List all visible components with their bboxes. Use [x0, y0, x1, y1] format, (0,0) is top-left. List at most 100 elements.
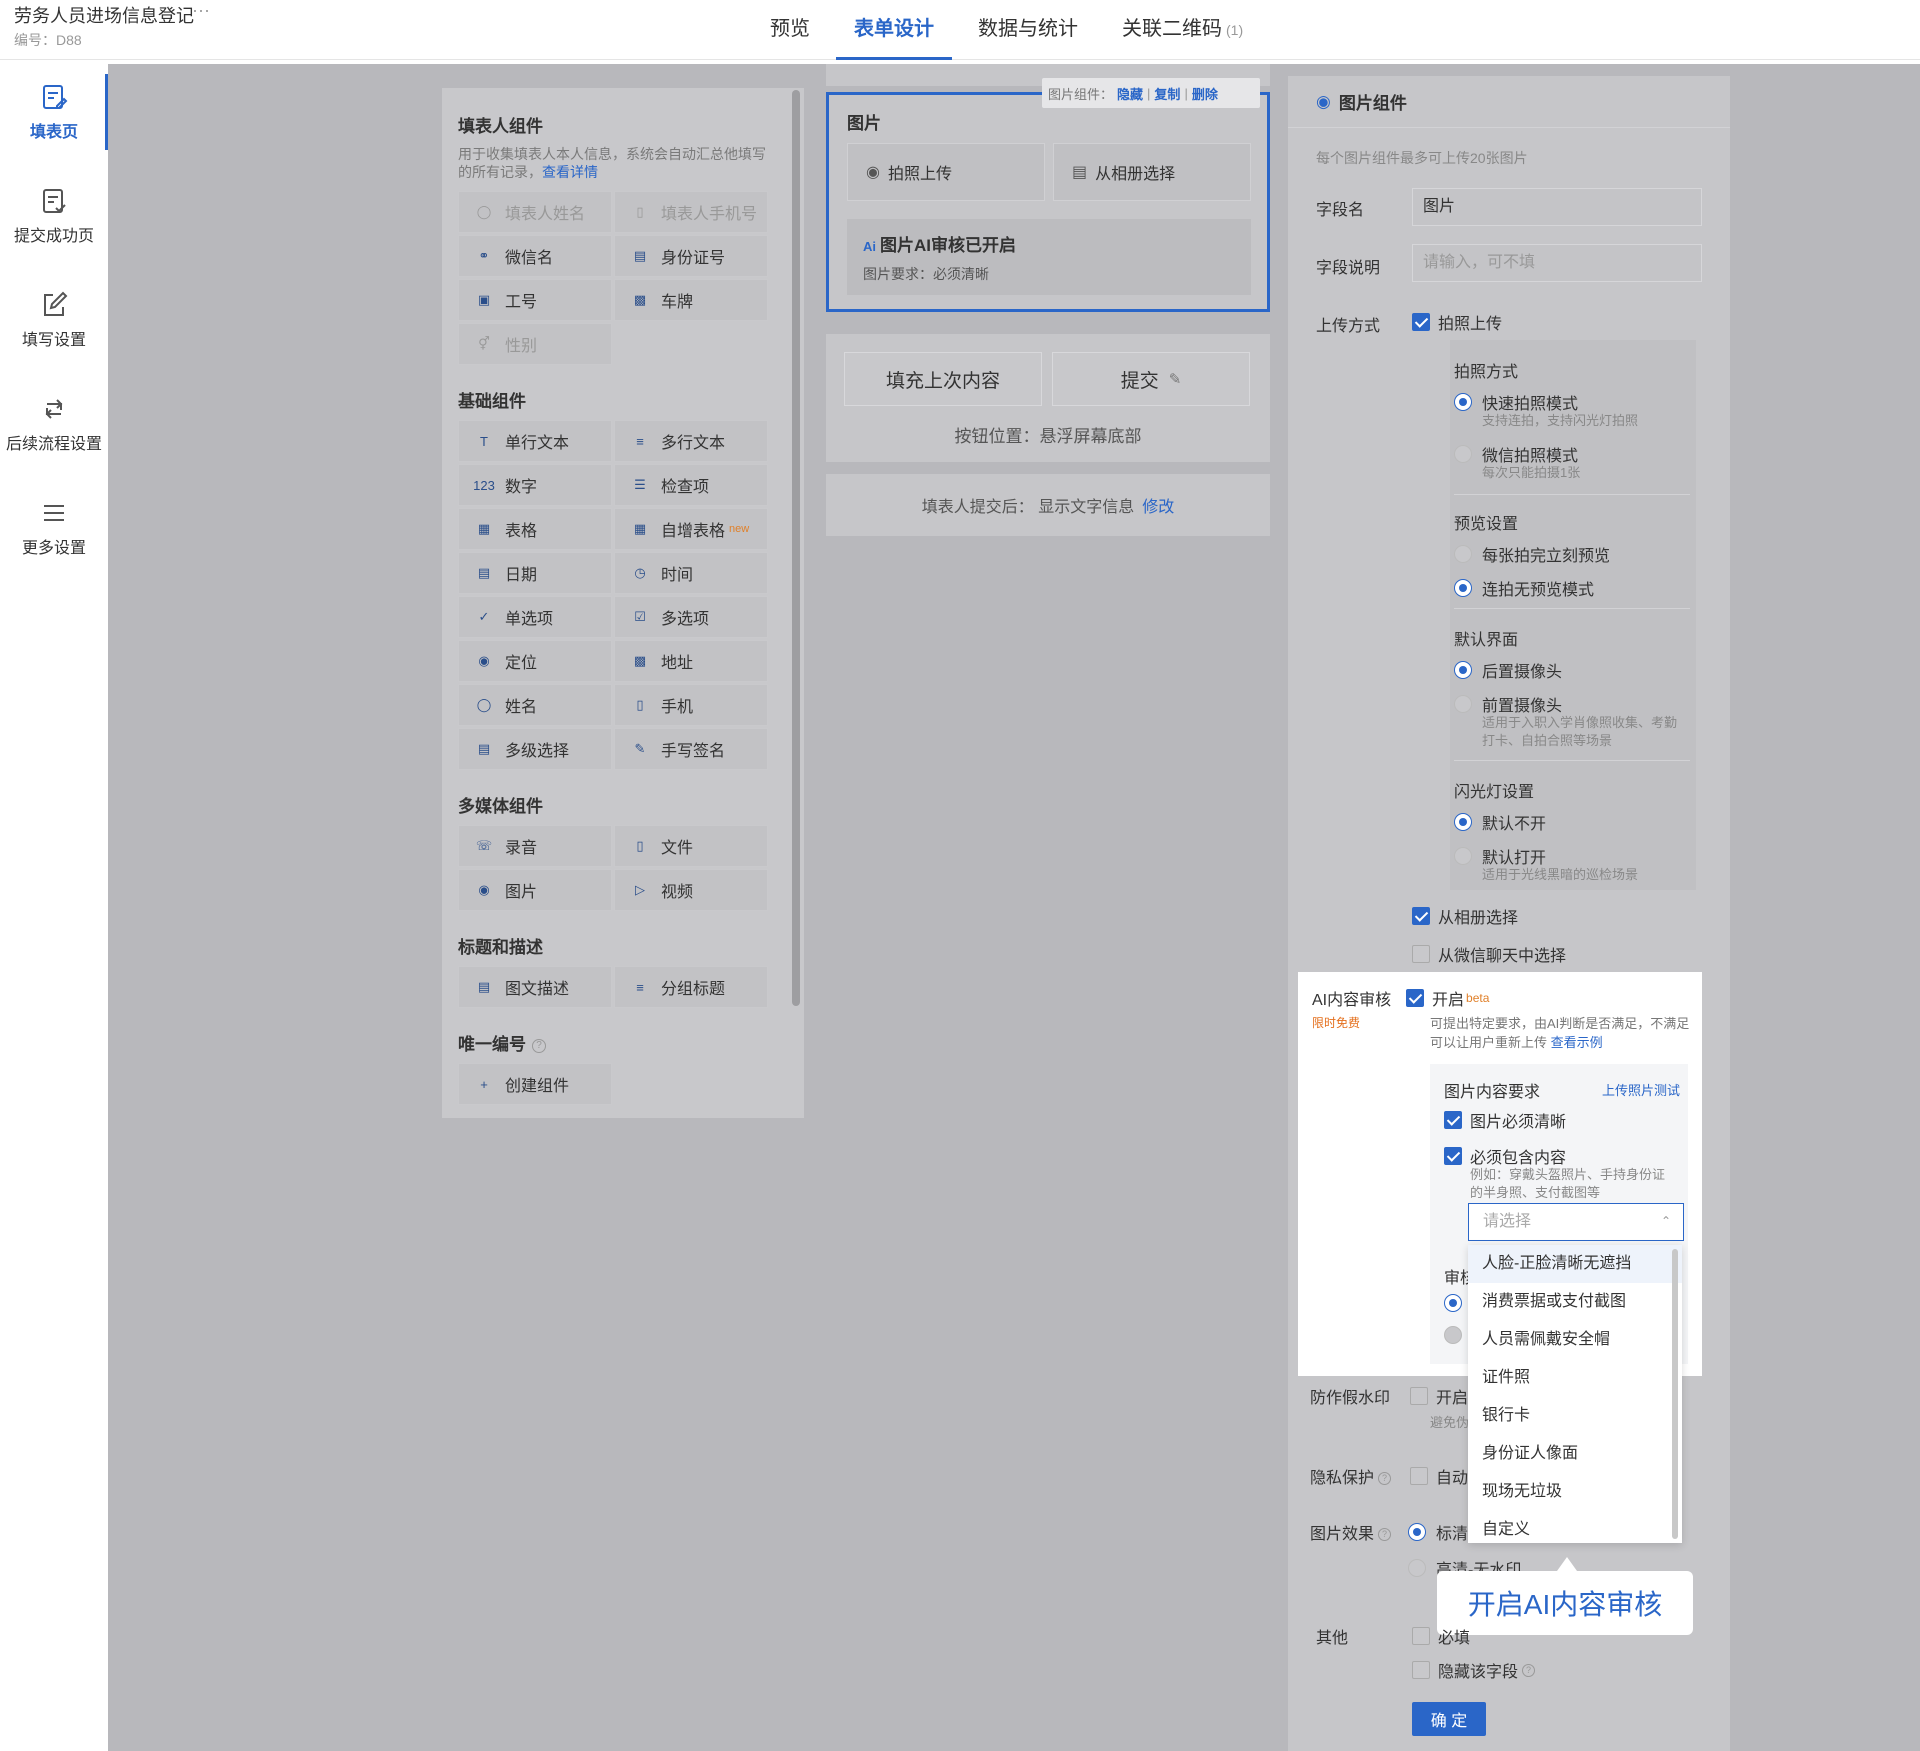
- comp-location[interactable]: ◉ 定位: [458, 640, 612, 682]
- hide-field-checkbox[interactable]: [1412, 1661, 1430, 1679]
- required-option[interactable]: 必填: [1412, 1624, 1470, 1648]
- camera-upload-option[interactable]: 拍照上传: [1412, 310, 1502, 334]
- upload-test-link[interactable]: 上传照片测试: [1602, 1080, 1680, 1099]
- watermark-option[interactable]: 开启: [1410, 1384, 1468, 1408]
- dropdown-option[interactable]: 消费票据或支付截图: [1468, 1283, 1682, 1321]
- sidebar-item-success-page[interactable]: 提交成功页: [0, 164, 108, 268]
- tab-preview[interactable]: 预览: [752, 0, 828, 60]
- preview-each-option[interactable]: 每张拍完立刻预览: [1454, 542, 1610, 566]
- preview-burst-option[interactable]: 连拍无预览模式: [1454, 576, 1594, 600]
- comp-number[interactable]: 123 数字: [458, 464, 612, 506]
- dropdown-option[interactable]: 现场无垃圾: [1468, 1473, 1682, 1511]
- comp-filler-name[interactable]: ◯ 填表人姓名: [458, 191, 612, 233]
- dropdown-option[interactable]: 自定义: [1468, 1511, 1682, 1549]
- comp-employee-no[interactable]: ▣ 工号: [458, 279, 612, 321]
- pencil-icon[interactable]: ✎: [1169, 370, 1182, 388]
- dropdown-option[interactable]: 身份证人像面: [1468, 1435, 1682, 1473]
- sidebar-item-workflow[interactable]: 后续流程设置: [0, 372, 108, 476]
- comp-group-title[interactable]: ≡ 分组标题: [614, 966, 768, 1008]
- from-wechat-checkbox[interactable]: [1412, 945, 1430, 963]
- hide-button[interactable]: 隐藏: [1117, 84, 1143, 103]
- help-icon[interactable]: ?: [1378, 1528, 1392, 1542]
- flash-on-option[interactable]: 默认打开: [1454, 844, 1546, 868]
- dropdown-option[interactable]: 人员需佩戴安全帽: [1468, 1321, 1682, 1359]
- hide-field-option[interactable]: 隐藏该字段?: [1412, 1658, 1536, 1682]
- flash-off-option[interactable]: 默认不开: [1454, 810, 1546, 834]
- wechat-mode-option[interactable]: 微信拍照模式: [1454, 442, 1578, 466]
- comp-gender[interactable]: ⚥ 性别: [458, 323, 612, 365]
- sidebar-item-fill-page[interactable]: 填表页: [0, 60, 108, 164]
- comp-audio[interactable]: ☏ 录音: [458, 825, 612, 867]
- effect-std-option[interactable]: 标清: [1408, 1520, 1468, 1544]
- comp-single-choice[interactable]: ✓ 单选项: [458, 596, 612, 638]
- comp-name[interactable]: ◯ 姓名: [458, 684, 612, 726]
- quick-mode-radio[interactable]: [1454, 393, 1472, 411]
- delete-button[interactable]: 删除: [1192, 84, 1218, 103]
- comp-checklist[interactable]: ☰ 检查项: [614, 464, 768, 506]
- comp-signature[interactable]: ✎ 手写签名: [614, 728, 768, 770]
- ai-enable-checkbox[interactable]: [1406, 989, 1424, 1007]
- flash-on-radio[interactable]: [1454, 847, 1472, 865]
- tab-qrcode[interactable]: 关联二维码 (1): [1104, 0, 1261, 60]
- after-submit-edit-link[interactable]: 修改: [1142, 493, 1174, 517]
- flash-off-radio[interactable]: [1454, 813, 1472, 831]
- must-contain-checkbox[interactable]: [1444, 1147, 1462, 1165]
- comp-multi-choice[interactable]: ☑ 多选项: [614, 596, 768, 638]
- required-checkbox[interactable]: [1412, 1627, 1430, 1645]
- comp-table[interactable]: ▦ 表格: [458, 508, 612, 550]
- help-icon[interactable]: ?: [1378, 1472, 1392, 1486]
- comp-wechat-name[interactable]: ⚭ 微信名: [458, 235, 612, 277]
- privacy-checkbox[interactable]: [1410, 1467, 1428, 1485]
- sidebar-item-fill-settings[interactable]: 填写设置: [0, 268, 108, 372]
- comp-filler-phone[interactable]: ▯ 填表人手机号: [614, 191, 768, 233]
- dropdown-option[interactable]: 人脸-正脸清晰无遮挡: [1468, 1245, 1682, 1283]
- image-field-card[interactable]: 图片 ◉ 拍照上传 ▤ 从相册选择 Ai 图片AI审核已开启 图片要求：必须清晰: [826, 92, 1270, 312]
- rear-cam-radio[interactable]: [1454, 661, 1472, 679]
- comp-single-text[interactable]: T 单行文本: [458, 420, 612, 462]
- fill-last-button[interactable]: 填充上次内容: [844, 352, 1042, 406]
- dropdown-scrollbar[interactable]: [1672, 1249, 1678, 1539]
- tab-data-stats[interactable]: 数据与统计: [960, 0, 1096, 60]
- help-icon[interactable]: ?: [1522, 1663, 1536, 1677]
- comp-rich-desc[interactable]: ▤ 图文描述: [458, 966, 612, 1008]
- rear-cam-option[interactable]: 后置摄像头: [1454, 658, 1562, 682]
- comp-video[interactable]: ▷ 视频: [614, 869, 768, 911]
- view-example-link[interactable]: 查看示例: [1551, 1035, 1603, 1050]
- audit-radio-2[interactable]: [1444, 1326, 1462, 1344]
- dropdown-option[interactable]: 证件照: [1468, 1359, 1682, 1397]
- more-icon[interactable]: ···: [192, 0, 210, 21]
- from-wechat-option[interactable]: 从微信聊天中选择: [1412, 942, 1566, 966]
- view-details-link[interactable]: 查看详情: [542, 164, 598, 180]
- comp-create[interactable]: + 创建组件: [458, 1063, 612, 1105]
- comp-auto-table[interactable]: ▦ 自增表格 new: [614, 508, 768, 550]
- from-album-option[interactable]: 从相册选择: [1412, 904, 1518, 928]
- from-album-checkbox[interactable]: [1412, 907, 1430, 925]
- wechat-mode-radio[interactable]: [1454, 445, 1472, 463]
- watermark-checkbox[interactable]: [1410, 1387, 1428, 1405]
- quick-mode-option[interactable]: 快速拍照模式: [1454, 390, 1578, 414]
- sidebar-item-more-settings[interactable]: 更多设置: [0, 476, 108, 580]
- tab-form-design[interactable]: 表单设计: [836, 0, 952, 60]
- effect-std-radio[interactable]: [1408, 1523, 1426, 1541]
- upload-album-button[interactable]: ▤ 从相册选择: [1053, 143, 1251, 201]
- confirm-button[interactable]: 确 定: [1412, 1702, 1486, 1736]
- comp-time[interactable]: ◷ 时间: [614, 552, 768, 594]
- comp-image[interactable]: ◉ 图片: [458, 869, 612, 911]
- camera-upload-checkbox[interactable]: [1412, 313, 1430, 331]
- form-title[interactable]: 劳务人员进场信息登记: [14, 2, 194, 28]
- comp-license-plate[interactable]: ▩ 车牌: [614, 279, 768, 321]
- comp-file[interactable]: ▯ 文件: [614, 825, 768, 867]
- comp-cascade-select[interactable]: ▤ 多级选择: [458, 728, 612, 770]
- submit-button[interactable]: 提交 ✎: [1052, 352, 1250, 406]
- help-icon[interactable]: ?: [532, 1038, 546, 1053]
- components-scrollbar[interactable]: [792, 90, 800, 1006]
- ai-enable-option[interactable]: 开启 beta: [1406, 986, 1489, 1010]
- front-cam-radio[interactable]: [1454, 695, 1472, 713]
- must-clear-checkbox[interactable]: [1444, 1111, 1462, 1129]
- dropdown-option[interactable]: 银行卡: [1468, 1397, 1682, 1435]
- content-select-input[interactable]: 请选择 ⌃: [1468, 1203, 1684, 1241]
- copy-button[interactable]: 复制: [1154, 84, 1180, 103]
- preview-each-radio[interactable]: [1454, 545, 1472, 563]
- must-contain-option[interactable]: 必须包含内容: [1444, 1144, 1566, 1168]
- comp-id-card[interactable]: ▤ 身份证号: [614, 235, 768, 277]
